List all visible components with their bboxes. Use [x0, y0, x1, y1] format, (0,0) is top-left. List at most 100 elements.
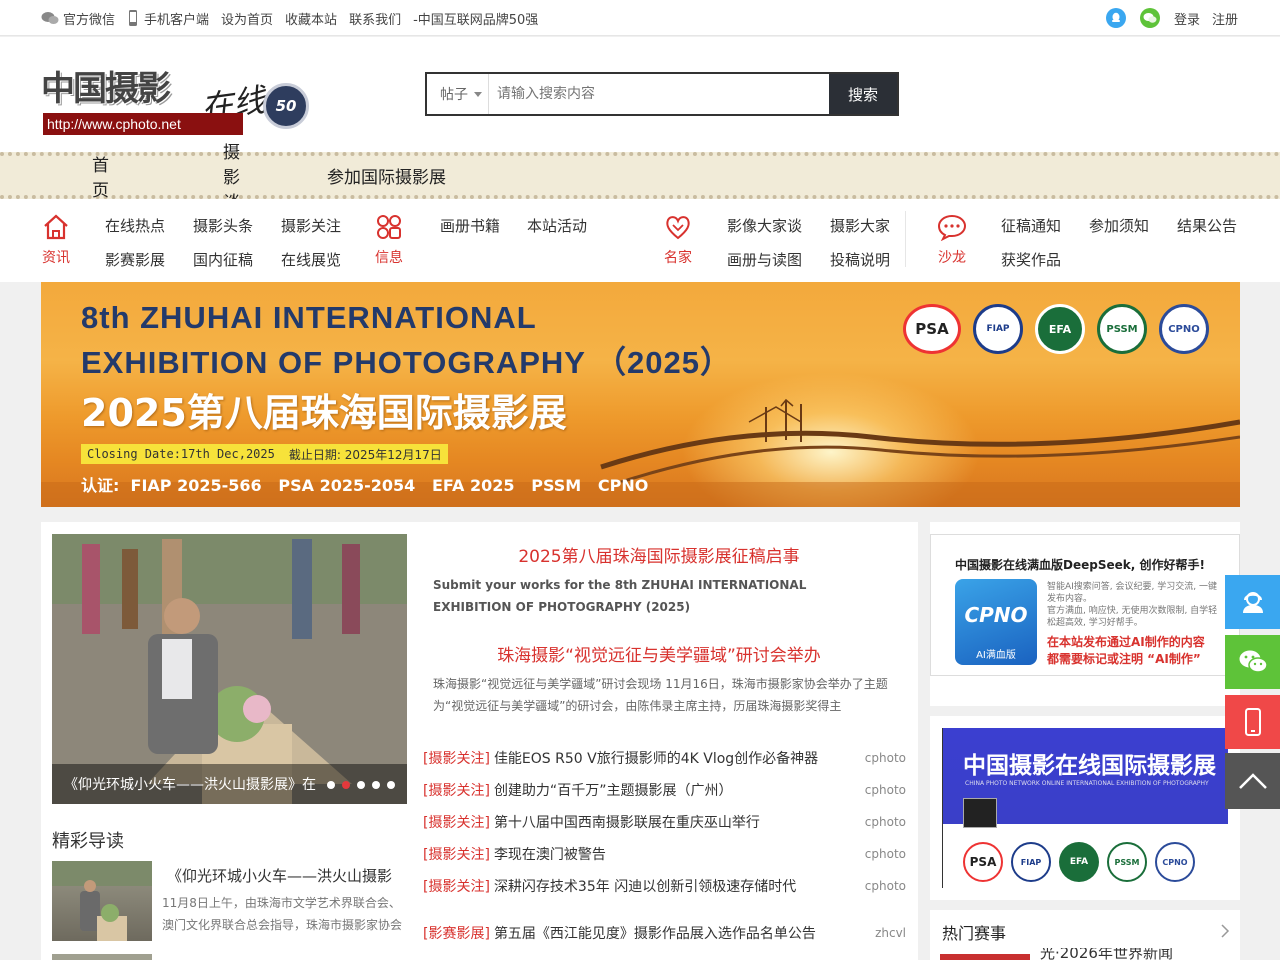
hot-event-peek[interactable]: 光·2026年世界新闻 [1040, 948, 1173, 960]
nav-intl-exhibition[interactable]: 参加国际摄影展 [327, 163, 446, 188]
news-row[interactable]: [摄影关注] 深耕闪存技术35年 闪迪以创新引领极速存储时代 cphoto [423, 876, 906, 896]
customer-service-button[interactable] [1225, 575, 1280, 629]
cat-link-focus[interactable]: 摄影关注 [281, 215, 341, 236]
online-exhibition-badge [963, 798, 997, 828]
news-title: 李现在澳门被警告 [493, 847, 606, 863]
featured-reading-item[interactable]: 《仰光环城小火车——洪火山摄影 11月8日上午，由珠海市文学艺术界联合会、澳门文… [52, 861, 412, 941]
featured-reading-title-text: 《仰光环城小火车——洪火山摄影 [167, 867, 393, 885]
cat-link-winning-works[interactable]: 获奖作品 [1001, 249, 1061, 270]
slider-dots [320, 781, 395, 789]
bookmark-link[interactable]: 收藏本站 [285, 9, 337, 28]
online-exhibition-card: 中国摄影在线国际摄影展 CHINA PHOTO NETWORK ONLINE I… [942, 728, 1228, 888]
category-info-label: 信息 [375, 250, 403, 266]
news-title: 第五届《西江能见度》摄影作品展入选作品名单公告 [493, 926, 816, 942]
search-type-select[interactable]: 帖子 [427, 74, 489, 114]
cat-link-books[interactable]: 画册书籍 [440, 215, 500, 236]
grid-icon [377, 215, 401, 239]
efa-logo: EFA [1035, 304, 1085, 354]
cat-link-online-hot[interactable]: 在线热点 [105, 215, 165, 236]
wechat-link[interactable]: 官方微信 [41, 9, 115, 28]
hot-events-panel: 热门赛事 光·2026年世界新闻 [930, 910, 1240, 960]
category-masters[interactable]: 名家 [658, 213, 698, 267]
brand-link[interactable]: -中国互联网品牌50强 [413, 9, 538, 28]
slider-dot[interactable] [327, 781, 335, 789]
phone-icon [1244, 708, 1261, 736]
deepseek-ad-headline: 中国摄影在线满血版DeepSeek, 创作好帮手! [955, 558, 1205, 572]
slider-dot[interactable] [387, 781, 395, 789]
category-news-label: 资讯 [42, 250, 70, 266]
cat-link-domestic-calls[interactable]: 国内征稿 [193, 249, 253, 270]
wechat-float-button[interactable] [1225, 635, 1280, 689]
featured-title-1[interactable]: 2025第八届珠海国际摄影展征稿启事 [419, 542, 899, 567]
news-tag: [摄影关注] [423, 783, 490, 799]
cat-link-album-reading[interactable]: 画册与读图 [727, 249, 802, 270]
cat-link-contests[interactable]: 影赛影展 [105, 249, 165, 270]
banner-closing-cn: 截止日期: 2025年12月17日 [288, 447, 442, 462]
hero-banner[interactable]: 8th ZHUHAI INTERNATIONAL EXHIBITION OF P… [41, 282, 1240, 507]
news-row[interactable]: [摄影关注] 佳能EOS R50 V旅行摄影师的4K Vlog创作必备神器 cpho… [423, 748, 906, 768]
set-homepage-link[interactable]: 设为首页 [221, 9, 273, 28]
cat-link-entry-rules[interactable]: 参加须知 [1089, 215, 1149, 236]
deepseek-ad-card: 中国摄影在线满血版DeepSeek, 创作好帮手! CPNO AI满血版 智能A… [930, 534, 1240, 676]
register-link[interactable]: 注册 [1212, 9, 1238, 28]
news-tag: [摄影关注] [423, 751, 490, 767]
news-row[interactable]: [摄影关注] 李现在澳门被警告 cphoto [423, 844, 906, 864]
slider-dot[interactable] [372, 781, 380, 789]
slider-dot-active[interactable] [342, 781, 350, 789]
category-divider [905, 211, 906, 267]
hot-event-thumb[interactable] [940, 954, 1030, 960]
news-row[interactable]: [摄影关注] 第十八届中国西南摄影联展在重庆巫山举行 cphoto [423, 812, 906, 832]
pssm-logo: PSSM [1097, 304, 1147, 354]
search-button[interactable]: 搜索 [829, 74, 897, 114]
login-link[interactable]: 登录 [1174, 9, 1200, 28]
news-row[interactable]: [摄影关注] 创建助力“百千万”主题摄影展（广州） cphoto [423, 780, 906, 800]
cat-link-submission-guide[interactable]: 投稿说明 [830, 249, 890, 270]
logo-url: http://www.cphoto.net [43, 113, 243, 135]
news-source: cphoto [864, 751, 906, 765]
online-exhibition-subtitle: CHINA PHOTO NETWORK ONLINE INTERNATIONAL… [965, 780, 1209, 787]
cat-link-results[interactable]: 结果公告 [1177, 215, 1237, 236]
online-exhibition-logos: PSA FIAP EFA PSSM CPNO [963, 842, 1195, 882]
search-input[interactable] [489, 74, 829, 114]
featured-reading-thumb-next [52, 954, 152, 960]
cpno-logo: CPNO [1159, 304, 1209, 354]
category-salon-label: 沙龙 [938, 250, 966, 266]
news-tag: [影赛影展] [423, 926, 490, 942]
main-content: 《仰光环城小火车——洪火山摄影展》在 2025第八届珠海国际摄影展征稿启事 Su… [41, 522, 918, 960]
search-type-value: 帖子 [440, 87, 468, 103]
cat-link-online-exhibit[interactable]: 在线展览 [281, 249, 341, 270]
online-exhibition-ad[interactable]: 中国摄影在线国际摄影展 CHINA PHOTO NETWORK ONLINE I… [930, 716, 1240, 900]
news-source: cphoto [864, 847, 906, 861]
wechat-login-icon[interactable] [1139, 8, 1160, 28]
news-tag: [摄影关注] [423, 847, 490, 863]
news-title: 佳能EOS R50 V旅行摄影师的4K Vlog创作必备神器 [493, 751, 819, 767]
phone-icon [129, 10, 138, 26]
photo-slider[interactable]: 《仰光环城小火车——洪火山摄影展》在 [52, 534, 407, 804]
category-info[interactable]: 信息 [369, 213, 409, 267]
nav-home[interactable]: 首页 [92, 151, 109, 201]
site-logo[interactable]: 中国摄影 在线 http://www.cphoto.net 50 [41, 71, 311, 143]
chevron-right-icon[interactable] [1220, 923, 1230, 939]
category-salon[interactable]: 沙龙 [932, 213, 972, 267]
cat-link-headlines[interactable]: 摄影头条 [193, 215, 253, 236]
mobile-link[interactable]: 手机客户端 [127, 9, 209, 28]
deepseek-ad-warning-2: 都需要标记或注明 “AI制作” [1047, 652, 1201, 666]
cat-link-master-photographers[interactable]: 摄影大家 [830, 215, 890, 236]
back-to-top-button[interactable] [1225, 753, 1280, 809]
cpno-ai-logo-sub: AI满血版 [976, 650, 1016, 661]
slider-dot[interactable] [357, 781, 365, 789]
featured-reading-title: 精彩导读 [52, 831, 124, 852]
cat-link-call-notice[interactable]: 征稿通知 [1001, 215, 1061, 236]
cat-link-master-talk[interactable]: 影像大家谈 [727, 215, 802, 236]
qq-icon[interactable] [1105, 8, 1126, 28]
psa-logo: PSA [963, 842, 1003, 882]
category-news[interactable]: 资讯 [36, 213, 76, 267]
featured-title-2[interactable]: 珠海摄影“视觉远征与美学疆域”研讨会举办 [419, 641, 899, 666]
deepseek-ad[interactable]: 中国摄影在线满血版DeepSeek, 创作好帮手! CPNO AI满血版 智能A… [930, 522, 1240, 706]
news-row[interactable]: [影赛影展] 第五届《西江能见度》摄影作品展入选作品名单公告 zhcvl [423, 923, 906, 943]
cat-link-activities[interactable]: 本站活动 [527, 215, 587, 236]
efa-logo: EFA [1059, 842, 1099, 882]
mobile-float-button[interactable] [1225, 695, 1280, 749]
contact-link[interactable]: 联系我们 [349, 9, 401, 28]
featured-sub-1: Submit your works for the 8th ZHUHAI INT… [433, 578, 807, 614]
